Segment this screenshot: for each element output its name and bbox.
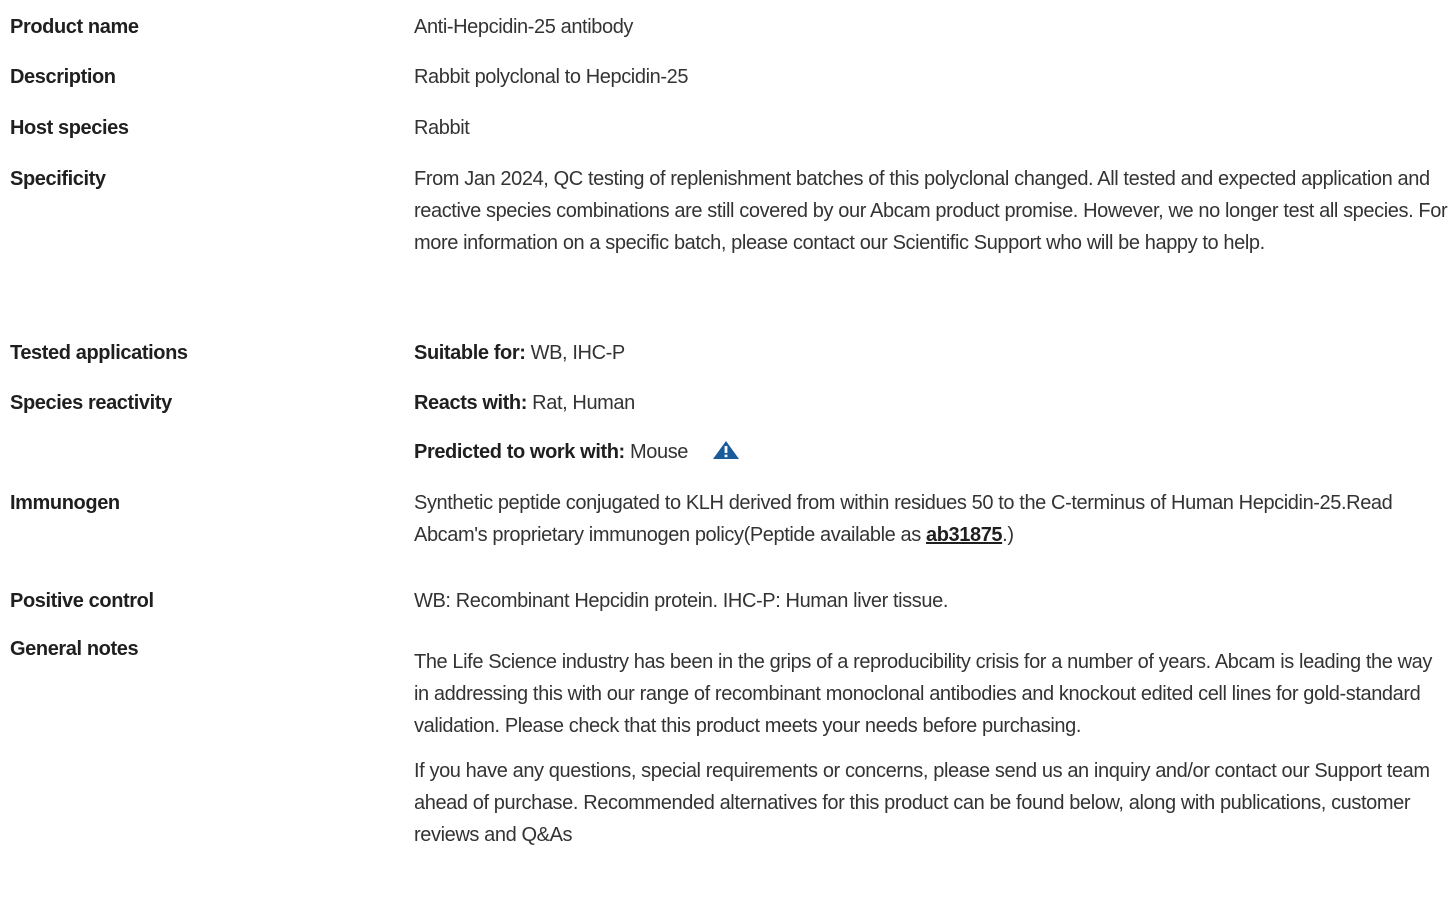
reacts-with-value: Rat, Human	[527, 392, 635, 414]
general-notes-paragraph-1: The Life Science industry has been in th…	[414, 651, 1433, 737]
value-product-name: Anti-Hepcidin-25 antibody	[414, 16, 634, 38]
label-product-name: Product name	[10, 16, 139, 38]
value-host-species: Rabbit	[414, 117, 470, 139]
value-immunogen: Synthetic peptide conjugated to KLH deri…	[414, 487, 1448, 551]
warning-triangle-icon[interactable]	[712, 438, 740, 459]
general-notes-paragraph-2: If you have any questions, special requi…	[414, 760, 1430, 846]
value-reacts-with: Reacts with: Rat, Human	[414, 387, 1448, 419]
value-general-notes: The Life Science industry has been in th…	[414, 646, 1448, 851]
label-general-notes: General notes	[10, 638, 139, 660]
value-description: Rabbit polyclonal to Hepcidin-25	[414, 66, 689, 88]
suitable-for-label: Suitable for:	[414, 342, 526, 364]
datasheet-table: Product name Anti-Hepcidin-25 antibody D…	[0, 0, 1448, 916]
label-positive-control: Positive control	[10, 590, 154, 612]
reacts-with-label: Reacts with:	[414, 392, 528, 414]
value-specificity: From Jan 2024, QC testing of replenishme…	[414, 168, 1448, 254]
label-species-reactivity: Species reactivity	[10, 392, 172, 414]
label-immunogen: Immunogen	[10, 492, 120, 514]
value-positive-control: WB: Recombinant Hepcidin protein. IHC-P:…	[414, 590, 948, 612]
predicted-value: Mouse	[624, 441, 689, 463]
value-predicted-to-work-with: Predicted to work with: Mouse	[414, 436, 1448, 468]
label-description: Description	[10, 66, 116, 88]
value-tested-applications: Suitable for: WB, IHC-P	[414, 337, 1448, 369]
peptide-link[interactable]: ab31875	[926, 524, 1003, 546]
label-tested-applications: Tested applications	[10, 342, 188, 364]
predicted-label: Predicted to work with:	[414, 441, 625, 463]
label-host-species: Host species	[10, 117, 129, 139]
label-specificity: Specificity	[10, 168, 106, 190]
immunogen-text: Synthetic peptide conjugated to KLH deri…	[414, 492, 1393, 546]
suitable-for-value: WB, IHC-P	[525, 342, 626, 364]
immunogen-text-end: .)	[1002, 524, 1014, 546]
